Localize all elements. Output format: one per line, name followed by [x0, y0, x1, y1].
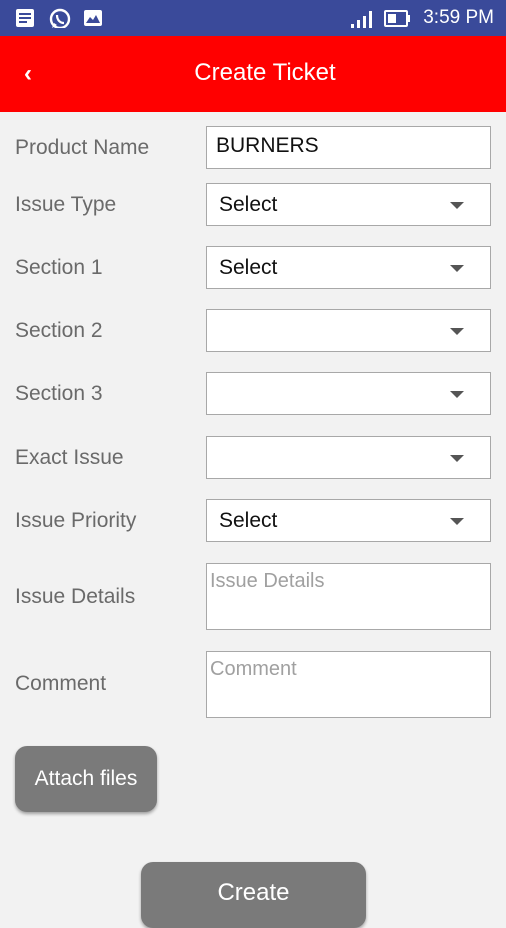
issue-priority-value: Select	[219, 509, 278, 532]
exact-issue-label: Exact Issue	[15, 446, 124, 469]
section-3-dropdown[interactable]	[206, 372, 491, 415]
issue-priority-dropdown[interactable]: Select	[206, 499, 491, 542]
notification-icon	[16, 9, 34, 27]
comment-textarea[interactable]: Comment	[206, 651, 491, 718]
dropdown-arrow-icon	[450, 202, 464, 209]
issue-type-value: Select	[219, 193, 278, 216]
battery-icon	[384, 10, 410, 27]
signal-icon	[351, 11, 372, 28]
comment-label: Comment	[15, 672, 107, 695]
product-name-label: Product Name	[15, 136, 150, 159]
section-2-dropdown[interactable]	[206, 309, 491, 352]
issue-details-textarea[interactable]: Issue Details	[206, 563, 491, 630]
issue-type-label: Issue Type	[15, 193, 117, 216]
section-1-value: Select	[219, 256, 278, 279]
status-time: 3:59 PM	[423, 7, 494, 28]
email-icon	[84, 10, 102, 26]
section-3-label: Section 3	[15, 382, 103, 405]
issue-details-label: Issue Details	[15, 585, 136, 608]
issue-priority-label: Issue Priority	[15, 509, 137, 532]
whatsapp-icon	[49, 8, 71, 28]
comment-placeholder: Comment	[210, 658, 297, 680]
product-name-value: BURNERS	[216, 134, 319, 157]
create-button[interactable]: Create	[141, 862, 366, 928]
dropdown-arrow-icon	[450, 518, 464, 525]
dropdown-arrow-icon	[450, 328, 464, 335]
dropdown-arrow-icon	[450, 455, 464, 462]
issue-type-dropdown[interactable]: Select	[206, 183, 491, 226]
issue-details-placeholder: Issue Details	[210, 570, 325, 592]
page-title: Create Ticket	[194, 59, 336, 86]
dropdown-arrow-icon	[450, 265, 464, 272]
app-bar: ‹ Create Ticket	[0, 36, 506, 112]
product-name-field[interactable]: BURNERS	[206, 126, 491, 169]
section-1-label: Section 1	[15, 256, 103, 279]
exact-issue-dropdown[interactable]	[206, 436, 491, 479]
section-2-label: Section 2	[15, 319, 103, 342]
section-1-dropdown[interactable]: Select	[206, 246, 491, 289]
attach-files-button[interactable]: Attach files	[15, 746, 157, 812]
status-bar: 3:59 PM	[0, 0, 506, 36]
dropdown-arrow-icon	[450, 391, 464, 398]
